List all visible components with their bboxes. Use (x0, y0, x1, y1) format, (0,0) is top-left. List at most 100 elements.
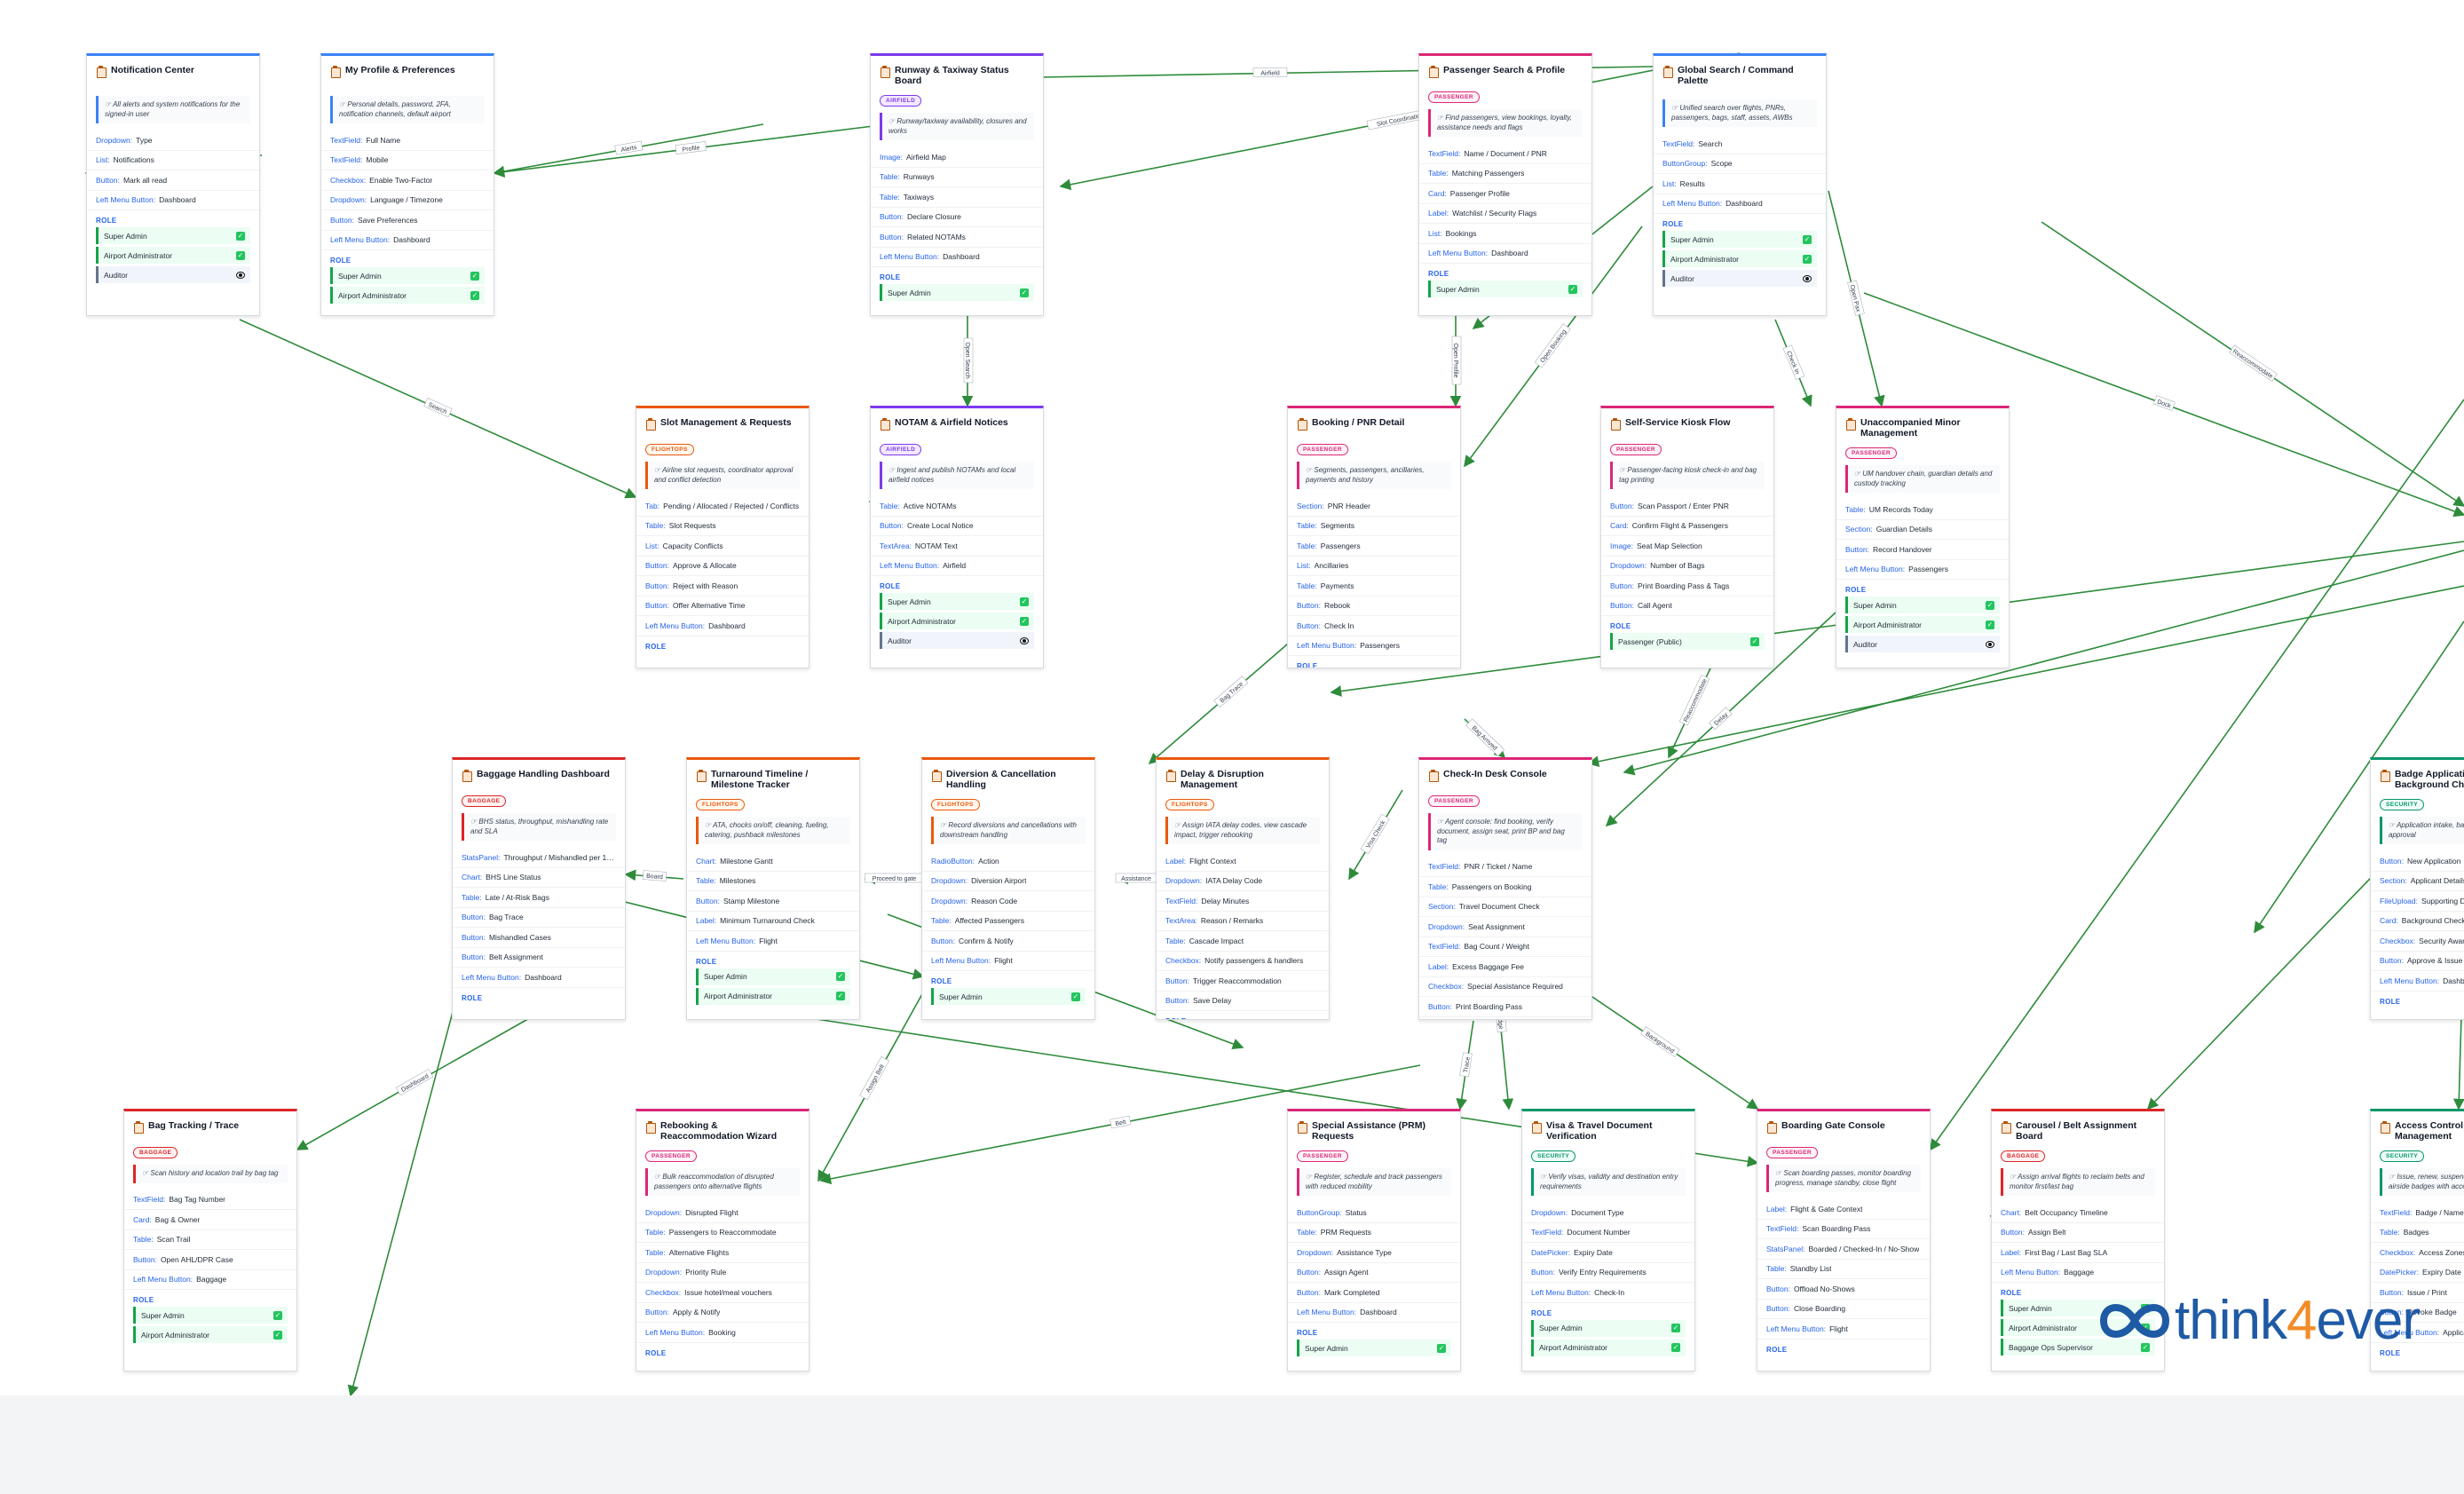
screen-card-profile[interactable]: My Profile & Preferences ☞ Personal detai… (320, 53, 494, 316)
screen-card-bagtrack[interactable]: Bag Tracking / Trace BAGGAGE ☞ Scan histor… (123, 1109, 297, 1371)
role-row[interactable]: Auditor (1662, 270, 1817, 287)
permission-check-icon[interactable]: ✓ (1020, 616, 1029, 626)
screen-card-prm[interactable]: Special Assistance (PRM) Requests PASSENG… (1287, 1109, 1461, 1371)
role-row[interactable]: Auditor (880, 632, 1034, 649)
role-row[interactable]: Airport Administrator ✓ (696, 987, 850, 1005)
screen-card-notification[interactable]: Notification Center ☞ All alerts and syst… (86, 53, 260, 316)
permission-check-icon[interactable]: ✓ (1020, 597, 1029, 606)
screen-card-booking[interactable]: Booking / PNR Detail PASSENGER ☞ Segments,… (1287, 406, 1461, 668)
permission-check-icon[interactable]: ✓ (236, 231, 245, 241)
role-row[interactable]: Airport Administrator ✓ (1845, 616, 2000, 633)
component-row: Dropdown: Priority Rule (636, 1263, 809, 1283)
role-row[interactable]: Super Admin ✓ (1662, 231, 1817, 248)
screen-card-globalsearch[interactable]: Global Search / Command Palette ☞ Unified… (1653, 53, 1827, 316)
permission-check-icon[interactable]: ✓ (236, 250, 245, 260)
component-label: Dashboard (1726, 199, 1763, 209)
role-row[interactable]: Airport Administrator ✓ (1531, 1339, 1686, 1356)
component-row: TextField: Name / Document / PNR (1419, 144, 1591, 164)
card-description: ☞ Register, schedule and track passenger… (1297, 1168, 1451, 1196)
role-row[interactable]: Super Admin ✓ (1845, 597, 2000, 613)
screen-card-rebooking[interactable]: Rebooking & Reaccommodation Wizard PASSEN… (636, 1109, 809, 1371)
role-row[interactable]: Super Admin ✓ (133, 1307, 288, 1324)
card-title: Badge Application & Background Check (2395, 769, 2464, 790)
permission-check-icon[interactable]: ✓ (1671, 1343, 1680, 1352)
card-title: Access Control & Badge Management (2395, 1120, 2464, 1142)
screen-card-badge[interactable]: Badge Application & Background Check SECU… (2370, 757, 2464, 1020)
screen-card-runway[interactable]: Runway & Taxiway Status Board AIRFIELD ☞ R… (870, 53, 1044, 316)
permission-check-icon[interactable]: ✓ (1437, 1343, 1446, 1353)
component-row: Dropdown: Reason Code (922, 891, 1094, 912)
component-label: Access Zones (2419, 1247, 2464, 1257)
component-label: Badge / Name (2415, 1207, 2464, 1217)
screen-card-visa[interactable]: Visa & Travel Document Verification SECUR… (1521, 1109, 1695, 1371)
role-row[interactable]: Airport Administrator ✓ (880, 613, 1034, 629)
component-type: Section: (2380, 876, 2407, 886)
role-row[interactable]: Airport Administrator ✓ (1662, 250, 1817, 267)
card-header: Check-In Desk Console (1419, 760, 1591, 790)
role-row[interactable]: Super Admin ✓ (330, 267, 485, 284)
role-row[interactable]: Super Admin ✓ (96, 227, 250, 244)
screen-card-kiosk[interactable]: Self-Service Kiosk Flow PASSENGER ☞ Passen… (1600, 406, 1774, 668)
component-type: Button: (1610, 501, 1634, 510)
role-row[interactable]: Auditor (96, 266, 250, 283)
component-label: Language / Timezone (370, 195, 443, 205)
permission-check-icon[interactable]: ✓ (1671, 1324, 1680, 1332)
component-label: Watchlist / Security Flags (1452, 209, 1537, 218)
role-row[interactable]: Auditor (1845, 636, 2000, 652)
permission-check-icon[interactable]: ✓ (470, 290, 479, 300)
role-row[interactable]: Airport Administrator ✓ (96, 247, 250, 264)
screen-card-turnaround[interactable]: Turnaround Timeline / Milestone Tracker F… (686, 757, 860, 1020)
component-type: Left Menu Button: (880, 252, 940, 262)
screen-card-checkin[interactable]: Check-In Desk Console PASSENGER ☞ Agent co… (1418, 757, 1592, 1020)
screen-card-slot[interactable]: Slot Management & Requests FLIGHTOPS ☞ Air… (636, 406, 809, 668)
permission-check-icon[interactable]: ✓ (836, 972, 845, 981)
permission-check-icon[interactable]: ✓ (470, 271, 479, 281)
view-only-eye-icon (1020, 636, 1029, 644)
component-row: TextField: Search (1654, 134, 1826, 154)
role-row[interactable]: Super Admin ✓ (1297, 1340, 1451, 1356)
screen-card-diversion[interactable]: Diversion & Cancellation Handling FLIGHTO… (921, 757, 1095, 1020)
permission-check-icon[interactable]: ✓ (273, 1310, 282, 1320)
screen-card-notam[interactable]: NOTAM & Airfield Notices AIRFIELD ☞ Ingest… (870, 406, 1044, 668)
component-row: Checkbox: Notify passengers & handlers (1157, 952, 1329, 971)
screen-card-delay[interactable]: Delay & Disruption Management FLIGHTOPS ☞ … (1156, 757, 1330, 1020)
card-title: Bag Tracking / Trace (148, 1120, 240, 1131)
component-label: Passengers (1360, 641, 1400, 651)
card-description: ☞ ATA, chocks on/off, cleaning, fueling,… (696, 817, 850, 844)
card-title: My Profile & Preferences (345, 65, 455, 75)
component-label: Reason Code (971, 896, 1018, 905)
component-label: Full Name (366, 135, 401, 145)
domain-tag: PASSENGER (1428, 91, 1480, 103)
component-row: StatsPanel: Boarded / Checked-In / No-Sho… (1757, 1239, 1930, 1260)
screen-card-paxsearch[interactable]: Passenger Search & Profile PASSENGER ☞ Fin… (1418, 53, 1592, 316)
permission-check-icon[interactable]: ✓ (1071, 992, 1080, 1001)
permission-check-icon[interactable]: ✓ (1803, 234, 1812, 244)
permission-check-icon[interactable]: ✓ (1020, 288, 1029, 297)
role-row[interactable]: Super Admin ✓ (696, 968, 850, 985)
role-row[interactable]: Super Admin ✓ (880, 284, 1034, 301)
screen-card-umnr[interactable]: Unaccompanied Minor Management PASSENGER ☞… (1836, 406, 2010, 668)
role-row[interactable]: Super Admin ✓ (880, 593, 1034, 610)
permission-check-icon[interactable]: ✓ (1986, 620, 1994, 629)
permission-check-icon[interactable]: ✓ (1986, 600, 1994, 610)
role-row[interactable]: Passenger (Public) ✓ (1610, 633, 1765, 650)
card-header: Global Search / Command Palette (1654, 56, 1826, 90)
component-row: DatePicker: Expiry Date (1522, 1243, 1694, 1263)
permission-check-icon[interactable]: ✓ (1750, 636, 1759, 646)
role-row[interactable]: Super Admin ✓ (1531, 1319, 1686, 1337)
permission-check-icon[interactable]: ✓ (273, 1330, 282, 1340)
screen-card-baggage[interactable]: Baggage Handling Dashboard BAGGAGE ☞ BHS s… (452, 757, 626, 1020)
component-row: Left Menu Button: Passengers (1836, 560, 2009, 580)
component-type: Table: (1766, 1264, 1787, 1274)
role-row[interactable]: Super Admin ✓ (1428, 281, 1583, 297)
svg-text:Assistance: Assistance (1121, 876, 1151, 882)
component-label: Close Boarding (1793, 1304, 1846, 1314)
permission-check-icon[interactable]: ✓ (1803, 254, 1812, 264)
role-row[interactable]: Airport Administrator ✓ (133, 1326, 288, 1343)
role-name: Airport Administrator (1539, 1343, 1607, 1352)
role-row[interactable]: Airport Administrator ✓ (330, 287, 485, 304)
role-row[interactable]: Super Admin ✓ (931, 988, 1086, 1005)
screen-card-boarding[interactable]: Boarding Gate Console PASSENGER ☞ Scan boa… (1757, 1109, 1931, 1371)
permission-check-icon[interactable]: ✓ (1568, 284, 1577, 294)
permission-check-icon[interactable]: ✓ (836, 992, 845, 1000)
